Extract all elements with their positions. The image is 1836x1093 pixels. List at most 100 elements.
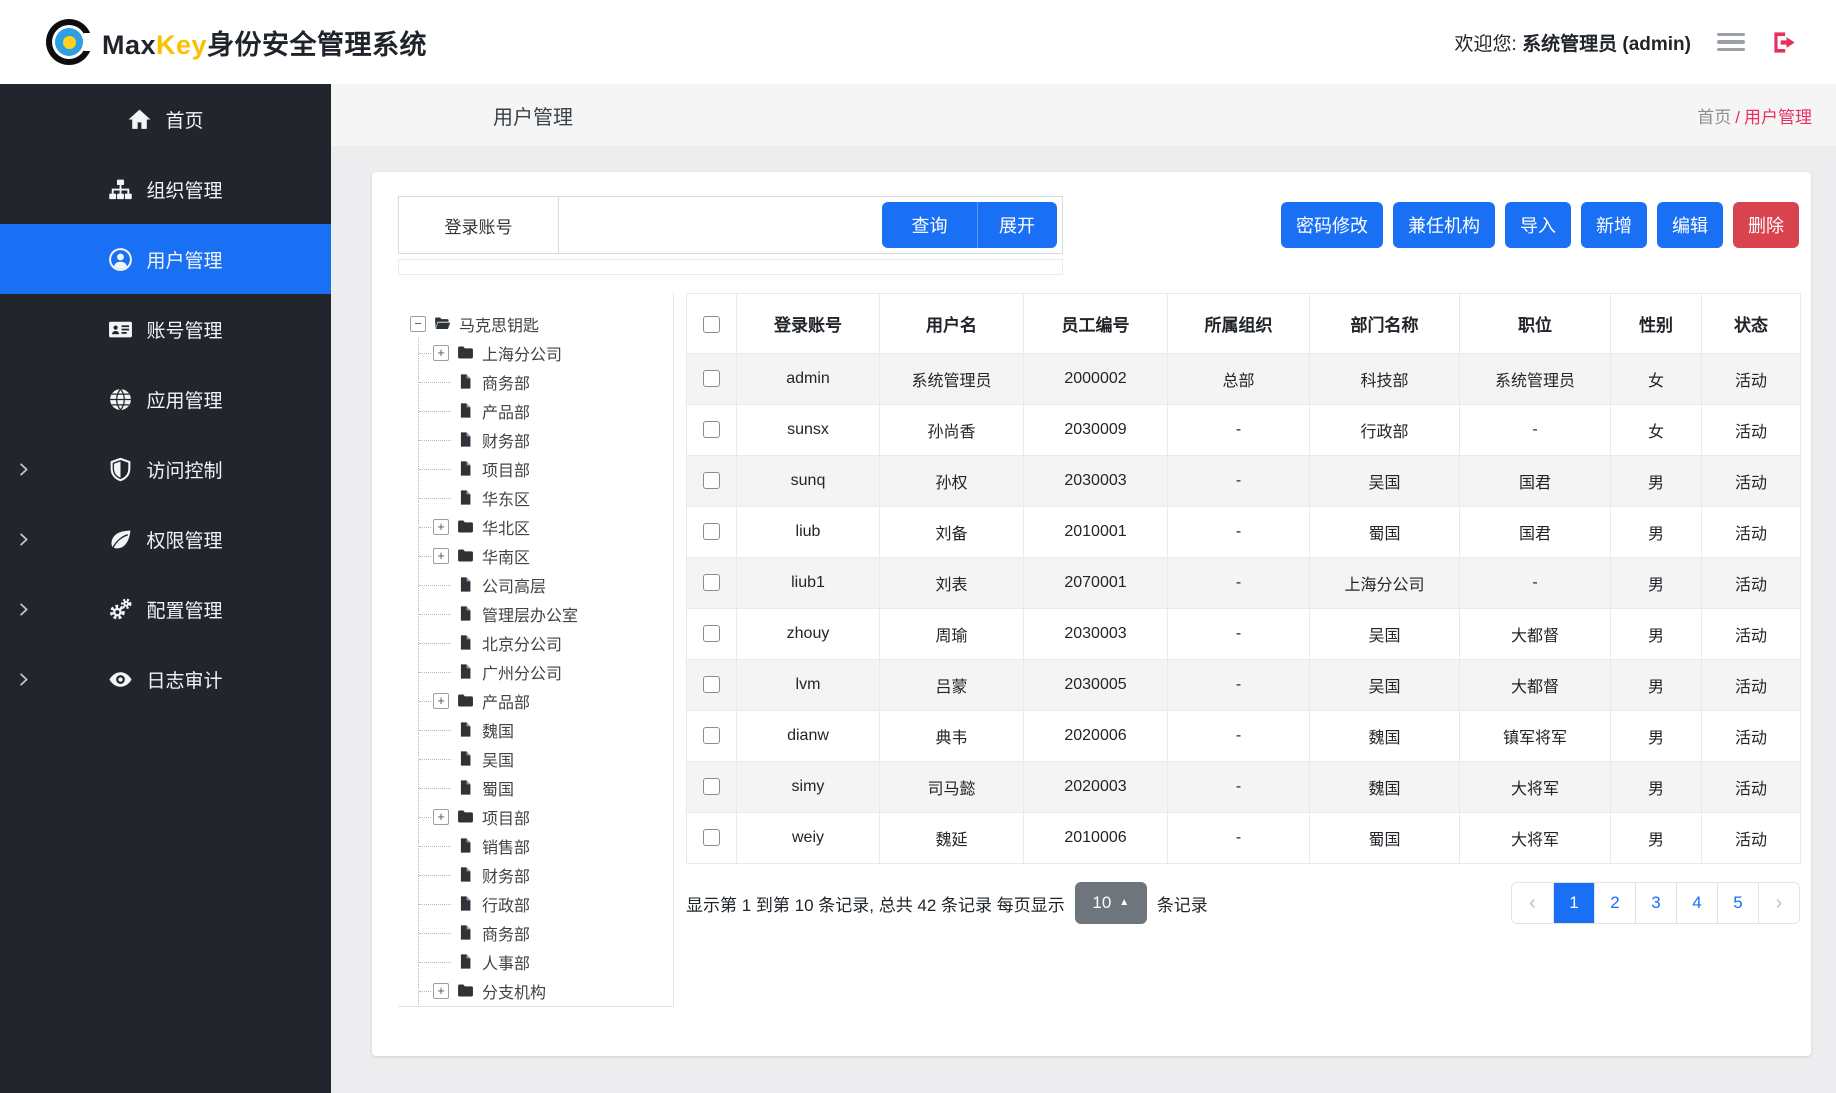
tree-node[interactable]: 魏国 <box>419 715 673 744</box>
tree-node[interactable]: −马克思钥匙 <box>410 309 673 338</box>
tree-node[interactable]: 吴国 <box>419 744 673 773</box>
tree-node[interactable]: +分支机构 <box>419 976 673 1005</box>
expand-toggle-icon[interactable]: + <box>433 983 449 999</box>
tree-node[interactable]: 销售部 <box>419 831 673 860</box>
table-cell: sunsx <box>737 405 880 456</box>
row-checkbox[interactable] <box>703 625 720 642</box>
shield-icon <box>108 457 133 482</box>
chevron-right-icon <box>14 600 33 619</box>
row-checkbox[interactable] <box>703 472 720 489</box>
tree-node[interactable]: +项目部 <box>419 802 673 831</box>
tree-node[interactable]: 蜀国 <box>419 773 673 802</box>
menu-toggle-icon[interactable] <box>1717 33 1745 52</box>
tree-node[interactable]: 管理层办公室 <box>419 599 673 628</box>
table-cell: 司马懿 <box>880 762 1024 813</box>
sidebar-item-access[interactable]: 访问控制 <box>0 434 331 504</box>
table-row[interactable]: zhouy周瑜2030003-吴国大都督男活动 <box>687 609 1801 660</box>
tree-node[interactable]: 华东区 <box>419 483 673 512</box>
tree-node[interactable]: +华南区 <box>419 541 673 570</box>
tree-node[interactable]: 财务部 <box>419 425 673 454</box>
column-header: 性别 <box>1611 294 1702 354</box>
sidebar-item-home[interactable]: 首页 <box>0 84 331 154</box>
expand-toggle-icon[interactable]: + <box>433 519 449 535</box>
tree-node-label: 华东区 <box>482 486 530 510</box>
row-checkbox[interactable] <box>703 829 720 846</box>
row-checkbox[interactable] <box>703 421 720 438</box>
row-checkbox[interactable] <box>703 370 720 387</box>
table-row[interactable]: admin系统管理员2000002总部科技部系统管理员女活动 <box>687 354 1801 405</box>
table-cell: zhouy <box>737 609 880 660</box>
expand-button[interactable]: 展开 <box>977 202 1057 248</box>
sidebar-item-app[interactable]: 应用管理 <box>0 364 331 434</box>
table-cell: 活动 <box>1702 609 1801 660</box>
sidebar-item-account[interactable]: 账号管理 <box>0 294 331 364</box>
logout-icon[interactable] <box>1771 29 1798 56</box>
row-checkbox[interactable] <box>703 727 720 744</box>
expand-toggle-icon[interactable]: + <box>433 809 449 825</box>
toolbar-button-1[interactable]: 兼任机构 <box>1393 202 1495 248</box>
table-row[interactable]: dianw典韦2020006-魏国镇军将军男活动 <box>687 711 1801 762</box>
tree-node[interactable]: + 产品部 <box>419 686 673 715</box>
collapse-toggle-icon[interactable]: − <box>410 316 426 332</box>
table-row[interactable]: weiy魏延2010006-蜀国大将军男活动 <box>687 813 1801 864</box>
table-row[interactable]: sunsx孙尚香2030009-行政部-女活动 <box>687 405 1801 456</box>
tree-node[interactable]: 广州分公司 <box>419 657 673 686</box>
expand-toggle-icon[interactable]: + <box>433 345 449 361</box>
select-all-checkbox[interactable] <box>703 316 720 333</box>
row-checkbox[interactable] <box>703 676 720 693</box>
table-row[interactable]: liub1刘表2070001-上海分公司-男活动 <box>687 558 1801 609</box>
page-button-5[interactable]: 5 <box>1717 883 1758 923</box>
table-cell: 2010001 <box>1024 507 1168 558</box>
file-icon <box>456 750 475 767</box>
column-header: 状态 <box>1702 294 1801 354</box>
tree-node[interactable]: +上海分公司 <box>419 338 673 367</box>
tree-node[interactable]: 商务部 <box>419 918 673 947</box>
toolbar-button-3[interactable]: 新增 <box>1581 202 1647 248</box>
table-row[interactable]: sunq孙权2030003-吴国国君男活动 <box>687 456 1801 507</box>
sidebar-item-user[interactable]: 用户管理 <box>0 224 331 294</box>
toolbar-button-0[interactable]: 密码修改 <box>1281 202 1383 248</box>
table-cell: 2010006 <box>1024 813 1168 864</box>
page-size-select[interactable]: 10 ▲ <box>1075 882 1147 924</box>
table-row[interactable]: simy司马懿2020003-魏国大将军男活动 <box>687 762 1801 813</box>
tree-node[interactable]: +华北区 <box>419 512 673 541</box>
tree-node[interactable]: 人事部 <box>419 947 673 976</box>
tree-node[interactable]: 产品部 <box>419 396 673 425</box>
expand-toggle-icon[interactable]: + <box>433 548 449 564</box>
table-row[interactable]: lvm吕蒙2030005-吴国大都督男活动 <box>687 660 1801 711</box>
sidebar-item-org[interactable]: 组织管理 <box>0 154 331 224</box>
tree-node[interactable]: 商务部 <box>419 367 673 396</box>
row-checkbox[interactable] <box>703 778 720 795</box>
sidebar-item-config[interactable]: 配置管理 <box>0 574 331 644</box>
page-button-4[interactable]: 4 <box>1676 883 1717 923</box>
sidebar-item-perm[interactable]: 权限管理 <box>0 504 331 574</box>
tree-node-label: 产品部 <box>482 689 530 713</box>
app-title: MaxKey身份安全管理系统 <box>102 23 427 62</box>
file-icon <box>456 576 475 593</box>
table-row[interactable]: liub刘备2010001-蜀国国君男活动 <box>687 507 1801 558</box>
tree-node-label: 公司高层 <box>482 573 546 597</box>
row-checkbox[interactable] <box>703 574 720 591</box>
toolbar-button-2[interactable]: 导入 <box>1505 202 1571 248</box>
breadcrumb-current[interactable]: 用户管理 <box>1744 108 1812 127</box>
page-button-3[interactable]: 3 <box>1635 883 1676 923</box>
page-button-2[interactable]: 2 <box>1594 883 1635 923</box>
tree-node[interactable]: 财务部 <box>419 860 673 889</box>
row-checkbox[interactable] <box>703 523 720 540</box>
sidebar-item-audit[interactable]: 日志审计 <box>0 644 331 714</box>
page-button-1[interactable]: 1 <box>1553 883 1594 923</box>
query-button[interactable]: 查询 <box>882 202 977 248</box>
prev-page-button[interactable]: ‹ <box>1512 883 1553 923</box>
summary-unit: 条记录 <box>1157 891 1208 916</box>
tree-node[interactable]: 项目部 <box>419 454 673 483</box>
next-page-button[interactable]: › <box>1758 883 1799 923</box>
tree-node[interactable]: 公司高层 <box>419 570 673 599</box>
breadcrumb-home[interactable]: 首页 <box>1697 108 1731 127</box>
toolbar-button-5[interactable]: 删除 <box>1733 202 1799 248</box>
tree-node[interactable]: 行政部 <box>419 889 673 918</box>
table-cell: 国君 <box>1460 507 1611 558</box>
expand-toggle-icon[interactable]: + <box>433 693 449 709</box>
tree-node[interactable]: 北京分公司 <box>419 628 673 657</box>
toolbar-button-4[interactable]: 编辑 <box>1657 202 1723 248</box>
login-account-input[interactable] <box>559 197 882 253</box>
